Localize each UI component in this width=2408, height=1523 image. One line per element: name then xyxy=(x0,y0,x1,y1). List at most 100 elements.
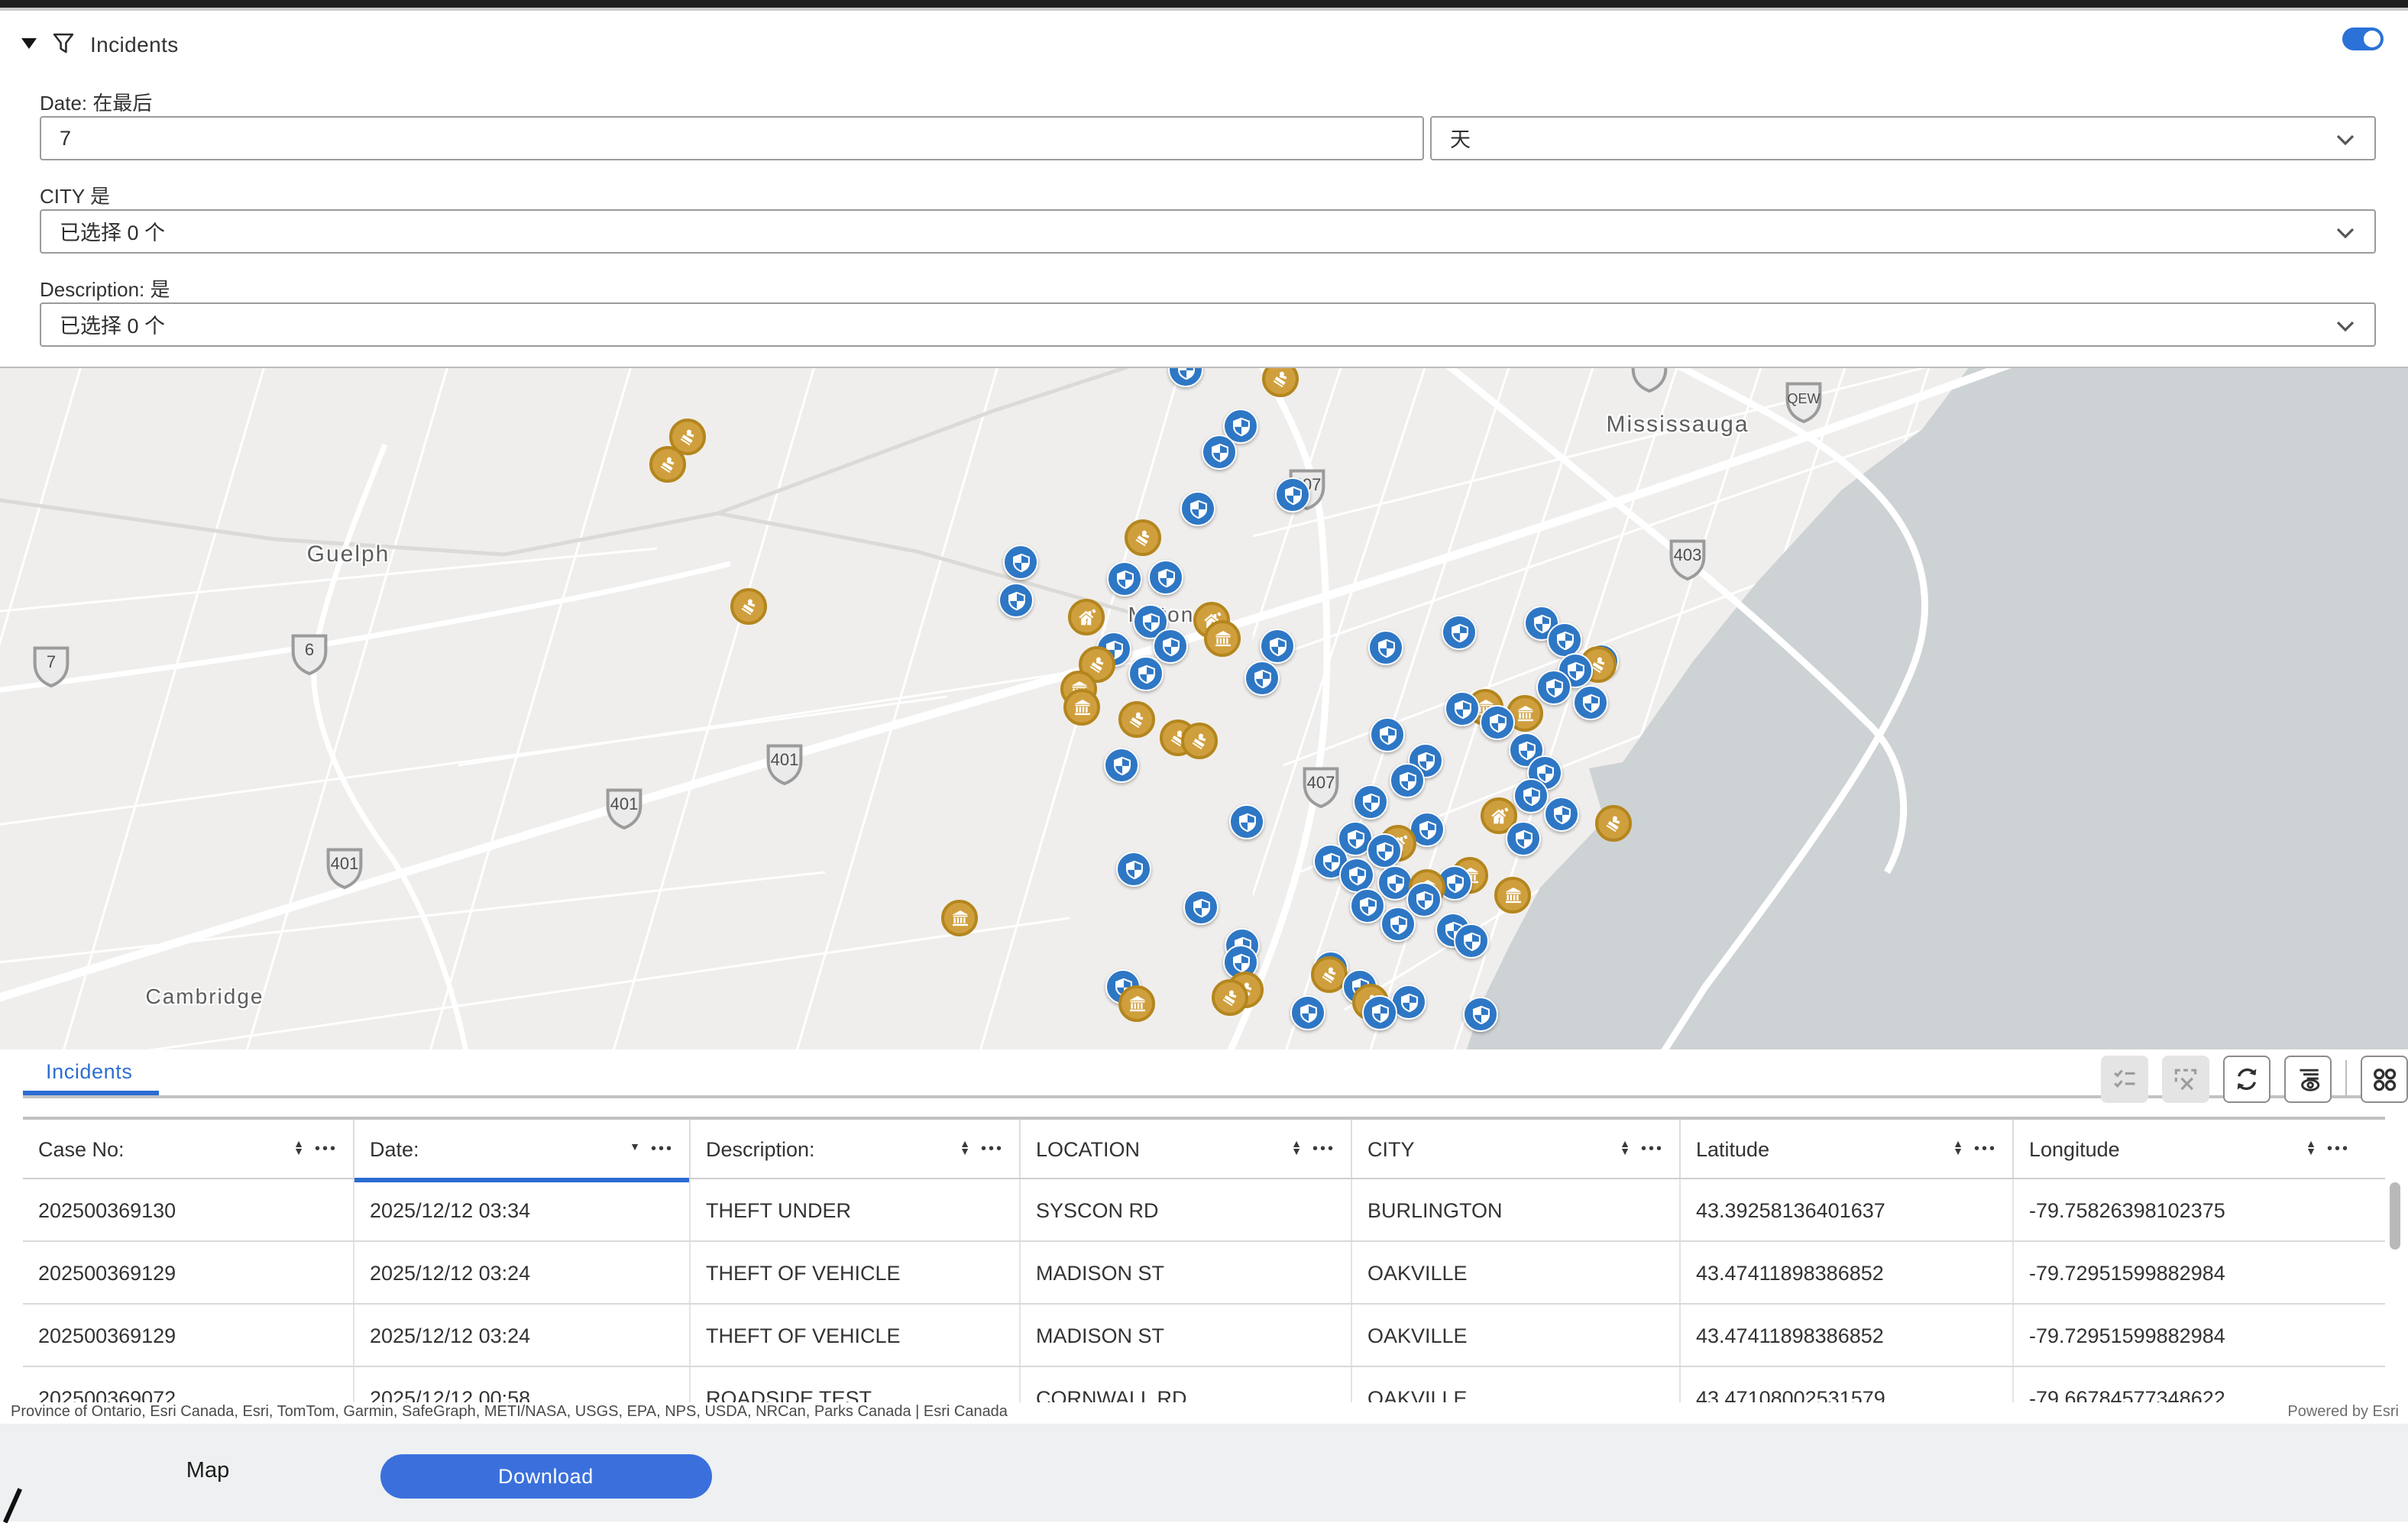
table-row[interactable]: 2025003690722025/12/12 00:58ROADSIDE TES… xyxy=(23,1367,2385,1402)
incident-marker-shield[interactable] xyxy=(1368,630,1403,665)
column-header-city[interactable]: CITY▲▼••• xyxy=(1352,1120,1681,1178)
incident-marker-shield[interactable] xyxy=(1547,622,1582,658)
incident-marker-hand[interactable] xyxy=(1125,519,1161,556)
incident-marker-shield[interactable] xyxy=(1148,560,1183,595)
column-menu-icon[interactable]: ••• xyxy=(315,1140,338,1157)
incident-marker-shield[interactable] xyxy=(1350,888,1385,923)
incident-marker-bank[interactable] xyxy=(1118,985,1155,1022)
incident-marker-shield[interactable] xyxy=(1104,748,1139,783)
incident-marker-shield[interactable] xyxy=(1275,477,1310,513)
incident-marker-bank[interactable] xyxy=(1063,689,1100,726)
incident-marker-shield[interactable] xyxy=(1406,882,1442,917)
column-header-date[interactable]: Date:▼••• xyxy=(354,1120,691,1178)
refresh-button[interactable] xyxy=(2223,1056,2270,1103)
actions-button[interactable] xyxy=(2361,1056,2408,1103)
tab-incidents[interactable]: Incidents xyxy=(46,1060,132,1083)
clear-selection-button[interactable] xyxy=(2162,1056,2209,1103)
incident-marker-hand[interactable] xyxy=(1212,979,1248,1016)
column-header-description[interactable]: Description:▲▼••• xyxy=(691,1120,1021,1178)
incident-marker-hand[interactable] xyxy=(1118,701,1155,738)
column-menu-icon[interactable]: ••• xyxy=(2327,1140,2350,1157)
incident-marker-shield[interactable] xyxy=(998,583,1034,618)
incident-marker-shield[interactable] xyxy=(1536,670,1571,705)
map-canvas[interactable]: GuelphCambridgeMississaugaMilton 7640140… xyxy=(0,367,2408,1049)
column-header-location[interactable]: LOCATION▲▼••• xyxy=(1021,1120,1352,1178)
incident-marker-shield[interactable] xyxy=(1442,615,1477,650)
hand-glyph-icon xyxy=(1086,653,1109,676)
incident-marker-shield[interactable] xyxy=(1128,656,1164,691)
column-menu-icon[interactable]: ••• xyxy=(1974,1140,1997,1157)
incident-marker-shield[interactable] xyxy=(1183,890,1219,925)
incident-marker-shield[interactable] xyxy=(1202,435,1237,470)
column-menu-icon[interactable]: ••• xyxy=(1641,1140,1664,1157)
sort-icon[interactable]: ▲▼ xyxy=(960,1140,970,1157)
incident-marker-hand[interactable] xyxy=(730,588,767,625)
incident-marker-shield[interactable] xyxy=(1506,821,1541,856)
incident-marker-shield[interactable] xyxy=(1390,763,1425,798)
tabbar-border xyxy=(23,1095,2385,1098)
incident-marker-shield[interactable] xyxy=(1573,685,1608,720)
incident-marker-shield[interactable] xyxy=(1445,691,1480,726)
incident-marker-shield[interactable] xyxy=(1353,784,1388,820)
incident-marker-shield[interactable] xyxy=(1229,804,1264,839)
description-select[interactable]: 已选择 0 个 xyxy=(40,302,2376,346)
table-scrollbar-thumb[interactable] xyxy=(2390,1182,2400,1250)
incident-marker-shield[interactable] xyxy=(1339,858,1374,893)
sort-desc-icon[interactable]: ▼ xyxy=(630,1145,640,1153)
incident-marker-bank[interactable] xyxy=(1204,620,1241,657)
column-menu-icon[interactable]: ••• xyxy=(1312,1140,1335,1157)
table-row[interactable]: 2025003691292025/12/12 03:24THEFT OF VEH… xyxy=(23,1305,2385,1367)
column-header-case-no[interactable]: Case No:▲▼••• xyxy=(23,1120,354,1178)
table-row[interactable]: 2025003691302025/12/12 03:34THEFT UNDERS… xyxy=(23,1179,2385,1242)
incident-marker-shield[interactable] xyxy=(1380,907,1416,942)
incident-marker-shield[interactable] xyxy=(1370,717,1405,752)
sort-icon[interactable]: ▲▼ xyxy=(2306,1140,2316,1157)
incident-marker-shield[interactable] xyxy=(1180,491,1215,526)
cell: OAKVILLE xyxy=(1352,1305,1681,1366)
sort-icon[interactable]: ▲▼ xyxy=(1953,1140,1963,1157)
incident-marker-hand[interactable] xyxy=(1181,723,1218,759)
incident-marker-shield[interactable] xyxy=(1244,661,1280,696)
column-header-longitude[interactable]: Longitude▲▼••• xyxy=(2014,1120,2365,1178)
highway-shield-401: 401 xyxy=(764,742,805,785)
filter-header[interactable]: Incidents xyxy=(21,27,179,60)
incident-marker-shield[interactable] xyxy=(1003,545,1038,580)
incident-marker-shield[interactable] xyxy=(1463,997,1498,1032)
incident-marker-shield[interactable] xyxy=(1454,923,1489,959)
incident-marker-shield[interactable] xyxy=(1107,561,1142,597)
incident-marker-hand[interactable] xyxy=(649,446,686,483)
incident-marker-shield[interactable] xyxy=(1260,629,1295,664)
incident-marker-shield[interactable] xyxy=(1480,705,1515,740)
cell: -79.72951599882984 xyxy=(2014,1242,2365,1303)
filter-enable-toggle[interactable] xyxy=(2342,27,2384,50)
column-header-latitude[interactable]: Latitude▲▼••• xyxy=(1681,1120,2014,1178)
show-hide-columns-button[interactable] xyxy=(2284,1056,2332,1103)
table-row[interactable]: 2025003691292025/12/12 03:24THEFT OF VEH… xyxy=(23,1242,2385,1305)
table-body[interactable]: 2025003691302025/12/12 03:34THEFT UNDERS… xyxy=(23,1179,2385,1402)
incident-marker-bank[interactable] xyxy=(941,900,978,936)
incident-marker-shield[interactable] xyxy=(1153,629,1188,664)
incident-marker-shield[interactable] xyxy=(1544,797,1579,832)
incident-marker-bank[interactable] xyxy=(1494,877,1531,913)
download-button[interactable]: Download xyxy=(380,1453,711,1498)
column-menu-icon[interactable]: ••• xyxy=(651,1140,674,1157)
cell: THEFT UNDER xyxy=(691,1179,1021,1240)
incident-marker-hand[interactable] xyxy=(1595,805,1632,842)
collapse-caret-icon[interactable] xyxy=(21,38,37,49)
select-records-button[interactable] xyxy=(2101,1056,2148,1103)
date-value-input[interactable]: 7 xyxy=(40,115,1424,160)
shield-glyph-icon xyxy=(1140,611,1161,632)
column-menu-icon[interactable]: ••• xyxy=(981,1140,1004,1157)
incident-marker-shield[interactable] xyxy=(1290,995,1325,1030)
incident-marker-shield[interactable] xyxy=(1116,852,1151,887)
incident-marker-house[interactable] xyxy=(1068,599,1105,635)
description-select-text: 已选择 0 个 xyxy=(60,309,165,339)
incident-marker-shield[interactable] xyxy=(1367,833,1402,868)
sort-icon[interactable]: ▲▼ xyxy=(293,1140,304,1157)
date-unit-select[interactable]: 天 xyxy=(1430,115,2376,160)
incident-marker-shield[interactable] xyxy=(1362,995,1397,1030)
city-select[interactable]: 已选择 0 个 xyxy=(40,209,2376,253)
incident-marker-shield[interactable] xyxy=(1513,778,1549,813)
sort-icon[interactable]: ▲▼ xyxy=(1291,1140,1302,1157)
sort-icon[interactable]: ▲▼ xyxy=(1620,1140,1630,1157)
